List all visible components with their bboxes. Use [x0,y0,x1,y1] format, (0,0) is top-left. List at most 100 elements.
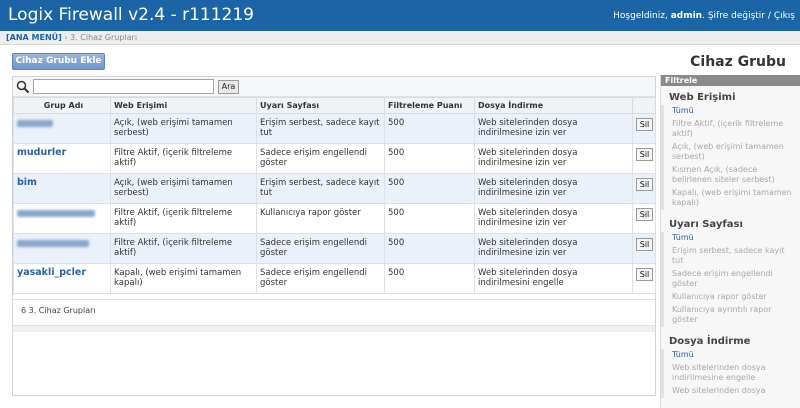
page-title: Cihaz Grubu [690,54,786,70]
action-cell: Sil [632,113,656,144]
separator: . [702,11,705,21]
file-download-cell: Web sitelerinden dosya indirilmesine izi… [474,143,633,174]
redacted-group-name[interactable] [17,210,95,217]
slash-separator: / [767,11,771,21]
column-header-web-access[interactable]: Web Erişimi [110,97,257,114]
filter-score-cell: 500 [384,143,475,174]
add-device-group-button[interactable]: Cihaz Grubu Ekle [12,53,105,70]
redacted-group-name[interactable] [17,240,89,247]
search-icon [16,80,30,94]
group-name-link[interactable]: mudurler [17,147,66,158]
redacted-group-name[interactable] [17,120,53,127]
username: admin [670,11,703,21]
group-name-cell: yasakli_pcler [13,263,111,294]
search-button[interactable]: Ara [218,80,239,94]
filter-item[interactable]: Kısmen Açık, (sadece belirlenen siteler … [661,164,800,187]
file-download-cell: Web sitelerinden dosya indirilmesine izi… [474,203,633,234]
table-row: yasakli_pcler Kapalı, (web erişimi tamam… [13,263,656,294]
filter-item[interactable]: Web sitelerinden dosya [661,385,800,398]
filter-item[interactable]: Kapalı, (web erişimi tamamen kapalı) [661,187,800,210]
filter-section-title-file-download: Dosya İndirme [669,336,751,347]
action-cell: Sil [632,143,656,174]
web-access-cell: Açık, (web erişimi tamamen serbest) [110,173,257,204]
column-header-filter-score[interactable]: Filtreleme Puanı [384,97,475,114]
filter-section-title-warning-page: Uyarı Sayfası [669,219,743,230]
table-row: Filtre Aktif, (içerik filtreleme aktif) … [13,203,656,234]
web-access-cell: Filtre Aktif, (içerik filtreleme aktif) [110,203,257,234]
delete-button[interactable]: Sil [636,178,653,191]
table-row: Filtre Aktif, (içerik filtreleme aktif) … [13,233,656,264]
group-name-link[interactable]: yasakli_pcler [17,267,86,278]
table-footer-bar [13,325,655,332]
filter-score-cell: 500 [384,263,475,294]
column-header-actions [632,97,656,114]
delete-button[interactable]: Sil [636,208,653,221]
action-cell: Sil [632,173,656,204]
warning-page-cell: Sadece erişim engellendi göster [256,143,385,174]
filter-item[interactable]: Tümü [661,105,800,118]
group-name-link[interactable]: bim [17,177,37,188]
action-cell: Sil [632,233,656,264]
web-access-cell: Filtre Aktif, (içerik filtreleme aktif) [110,143,257,174]
group-name-cell[interactable] [13,233,111,264]
filter-item[interactable]: Sadece erişim engellendi göster [661,268,800,291]
filter-item[interactable]: Kullanıcıya rapor göster [661,291,800,304]
delete-button[interactable]: Sil [636,268,653,281]
action-cell: Sil [632,263,656,294]
breadcrumb-main-menu[interactable]: [ANA MENÜ] [6,33,62,42]
table-status: 6 3. Cihaz Grupları [13,299,655,325]
column-header-group-name[interactable]: Grup Adı [13,97,111,114]
filter-score-cell: 500 [384,113,475,144]
file-download-cell: Web sitelerinden dosya indirilmesine izi… [474,233,633,264]
delete-button[interactable]: Sil [636,118,653,131]
warning-page-cell: Sadece erişim engellendi göster [256,263,385,294]
breadcrumb-current: 3. Cihaz Grupları [70,33,138,42]
web-access-cell: Açık, (web erişimi tamamen serbest) [110,113,257,144]
filter-item[interactable]: Erişim serbest, sadece kayıt tut [661,245,800,268]
filter-section-title-web-access: Web Erişimi [669,92,736,103]
top-bar: Logix Firewall v2.4 - r111219 Hoşgeldini… [0,0,800,31]
filter-item[interactable]: Filtre Aktif, (içerik filtreleme aktif) [661,118,800,141]
table-row: Açık, (web erişimi tamamen serbest) Eriş… [13,113,656,144]
table-row: mudurler Filtre Aktif, (içerik filtrelem… [13,143,656,174]
search-input[interactable] [33,79,214,94]
group-name-cell[interactable] [13,203,111,234]
file-download-cell: Web sitelerinden dosya indirilmesine izi… [474,113,633,144]
table-header-row: Grup Adı Web Erişimi Uyarı Sayfası Filtr… [13,97,656,114]
change-password-link[interactable]: Şifre değiştir [708,11,765,21]
app-title: Logix Firewall v2.4 - r111219 [8,5,254,25]
action-cell: Sil [632,203,656,234]
filter-score-cell: 500 [384,203,475,234]
filter-item[interactable]: Web sitelerinden dosya indirilmesine eng… [661,362,800,385]
delete-button[interactable]: Sil [636,148,653,161]
delete-button[interactable]: Sil [636,238,653,251]
group-name-cell: bim [13,173,111,204]
group-name-cell: mudurler [13,143,111,174]
filter-item[interactable]: Tümü [661,349,800,362]
search-row: Ara [13,77,655,97]
warning-page-cell: Erişim serbest, sadece kayıt tut [256,113,385,144]
web-access-cell: Filtre Aktif, (içerik filtreleme aktif) [110,233,257,264]
filter-item[interactable]: Tümü [661,232,800,245]
warning-page-cell: Kullanıcıya rapor göster [256,203,385,234]
table-row: bim Açık, (web erişimi tamamen serbest) … [13,173,656,204]
filter-item[interactable]: Kullanıcıya ayrıntılı rapor göster [661,304,800,327]
greeting-text: Hoşgeldiniz, [613,11,668,21]
breadcrumb: [ANA MENÜ] › 3. Cihaz Grupları [0,31,800,45]
device-groups-table: Grup Adı Web Erişimi Uyarı Sayfası Filtr… [13,97,656,294]
device-groups-panel: Ara Grup Adı Web Erişimi Uyarı Sayfası F… [12,76,656,396]
filter-sidebar: Filtrele Web Erişimi Tümü Filtre Aktif, … [660,75,800,408]
file-download-cell: Web sitelerinden dosya indirilmesine izi… [474,173,633,204]
user-box: Hoşgeldiniz, admin. Şifre değiştir / Çık… [613,11,795,21]
column-header-file-download[interactable]: Dosya İndirme [474,97,633,114]
filter-score-cell: 500 [384,173,475,204]
filter-item[interactable]: Açık, (web erişimi tamamen serbest) [661,141,800,164]
warning-page-cell: Erişim serbest, sadece kayıt tut [256,173,385,204]
logout-link[interactable]: Çıkış [774,11,795,21]
filter-score-cell: 500 [384,233,475,264]
column-header-warning-page[interactable]: Uyarı Sayfası [256,97,385,114]
web-access-cell: Kapalı, (web erişimi tamamen kapalı) [110,263,257,294]
group-name-cell[interactable] [13,113,111,144]
warning-page-cell: Sadece erişim engellendi göster [256,233,385,264]
file-download-cell: Web sitelerinden dosya indirilmesini eng… [474,263,633,294]
